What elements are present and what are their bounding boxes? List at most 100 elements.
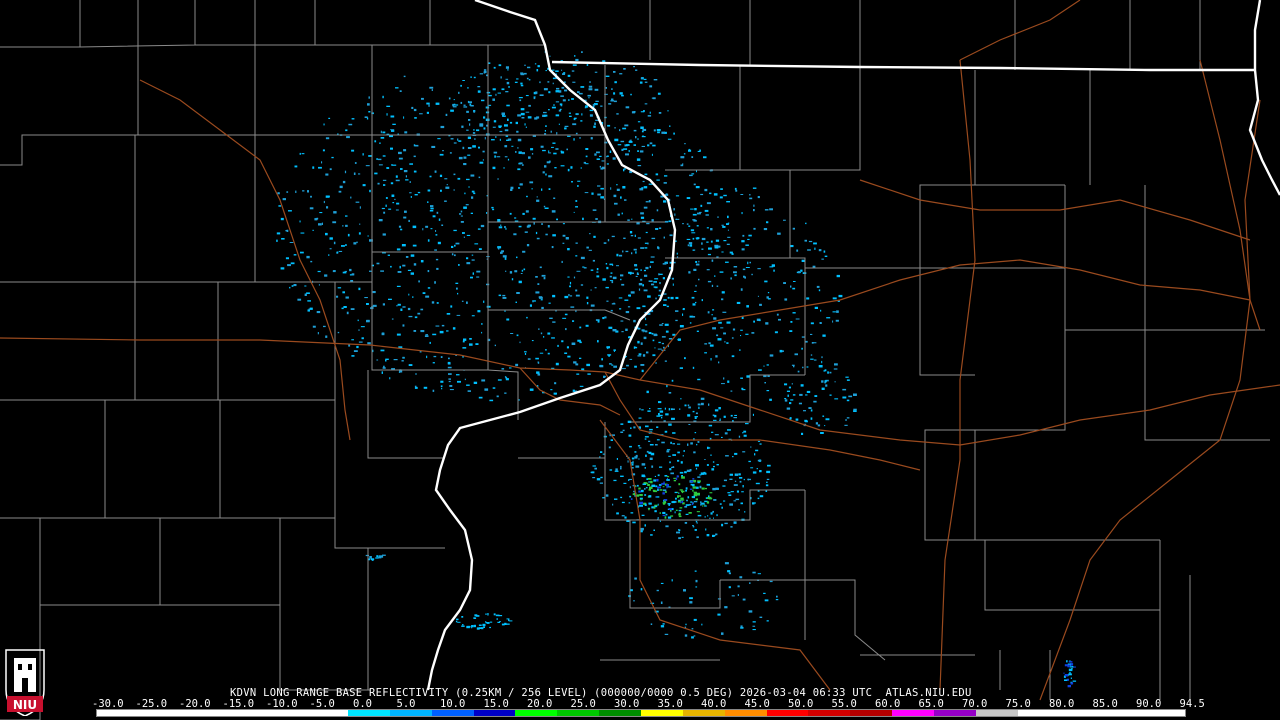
radar-echo — [516, 130, 519, 133]
radar-echo — [659, 324, 663, 326]
radar-echo — [404, 210, 407, 213]
radar-echo — [616, 188, 620, 191]
radar-echo — [744, 511, 746, 513]
radar-echo — [594, 71, 598, 73]
radar-echo — [805, 222, 807, 225]
radar-echo — [636, 272, 639, 274]
radar-echo — [312, 229, 314, 231]
radar-echo — [727, 492, 731, 494]
radar-echo — [631, 457, 635, 460]
radar-echo — [399, 90, 402, 92]
radar-echo — [738, 473, 741, 476]
radar-echo — [596, 271, 599, 273]
radar-echo — [638, 283, 643, 286]
radar-echo — [552, 142, 556, 144]
radar-echo — [603, 375, 606, 378]
radar-echo — [805, 340, 808, 343]
radar-echo — [606, 300, 609, 302]
radar-echo — [397, 271, 402, 273]
radar-echo — [396, 202, 400, 205]
radar-echo — [692, 213, 697, 216]
radar-echo — [446, 313, 451, 315]
radar-echo — [758, 369, 762, 371]
radar-echo — [646, 450, 649, 453]
radar-echo — [538, 328, 540, 330]
radar-echo — [640, 212, 644, 215]
radar-echo — [639, 504, 643, 507]
radar-echo — [496, 156, 501, 158]
radar-echo — [644, 81, 648, 83]
radar-echo — [766, 390, 770, 392]
radar-echo — [647, 115, 652, 117]
radar-echo — [650, 534, 653, 536]
radar-echo — [665, 513, 668, 516]
logo-tower-window — [28, 664, 32, 670]
radar-echo — [746, 305, 749, 308]
radar-echo — [342, 180, 346, 184]
radar-echo — [643, 110, 645, 113]
radar-echo — [333, 211, 337, 214]
radar-echo — [630, 291, 635, 294]
radar-echo — [657, 503, 659, 506]
radar-echo — [620, 423, 624, 425]
radar-echo — [441, 324, 445, 327]
radar-echo — [662, 502, 667, 504]
radar-echo — [641, 369, 644, 373]
radar-echo — [612, 503, 614, 506]
radar-echo — [507, 138, 512, 141]
radar-echo — [649, 85, 653, 88]
radar-echo — [559, 103, 563, 106]
radar-echo — [701, 242, 703, 245]
radar-echo — [470, 105, 474, 107]
radar-echo — [845, 419, 847, 421]
radar-echo — [711, 259, 714, 262]
radar-echo — [609, 469, 613, 471]
radar-echo — [395, 209, 399, 211]
radar-echo — [826, 317, 831, 319]
radar-echo — [733, 500, 737, 502]
radar-echo — [540, 332, 543, 335]
radar-echo — [520, 112, 525, 116]
radar-echo — [547, 81, 550, 83]
radar-echo — [748, 234, 752, 237]
radar-echo — [649, 142, 653, 145]
radar-echo — [692, 316, 696, 318]
radar-echo — [687, 414, 691, 417]
radar-echo — [688, 149, 692, 152]
radar-echo — [729, 503, 733, 506]
radar-echo — [462, 624, 464, 626]
radar-echo — [622, 250, 624, 253]
radar-echo — [500, 224, 502, 226]
radar-echo — [519, 99, 522, 102]
radar-echo — [708, 247, 712, 250]
radar-echo — [706, 483, 710, 486]
radar-echo — [832, 297, 837, 300]
radar-echo — [504, 156, 508, 158]
radar-echo — [680, 164, 684, 167]
radar-echo — [653, 479, 657, 482]
radar-echo — [526, 244, 530, 247]
radar-echo — [433, 355, 437, 358]
radar-echo — [300, 251, 304, 254]
radar-echo — [722, 485, 726, 487]
radar-echo — [482, 623, 486, 627]
radar-echo — [660, 625, 665, 628]
radar-echo — [467, 625, 471, 628]
radar-echo — [575, 200, 578, 202]
radar-echo — [749, 197, 753, 200]
radar-echo — [822, 334, 826, 337]
radar-echo — [842, 396, 847, 399]
radar-echo — [473, 381, 478, 384]
radar-echo — [675, 477, 678, 480]
radar-echo — [463, 106, 468, 108]
radar-echo — [372, 291, 376, 294]
radar-echo — [294, 165, 298, 168]
radar-echo — [549, 317, 553, 319]
radar-echo — [698, 406, 700, 409]
radar-echo — [492, 126, 496, 128]
radar-echo — [704, 343, 708, 345]
radar-echo — [546, 161, 550, 164]
radar-echo — [621, 515, 625, 517]
radar-echo — [337, 133, 339, 135]
radar-echo — [694, 432, 697, 434]
